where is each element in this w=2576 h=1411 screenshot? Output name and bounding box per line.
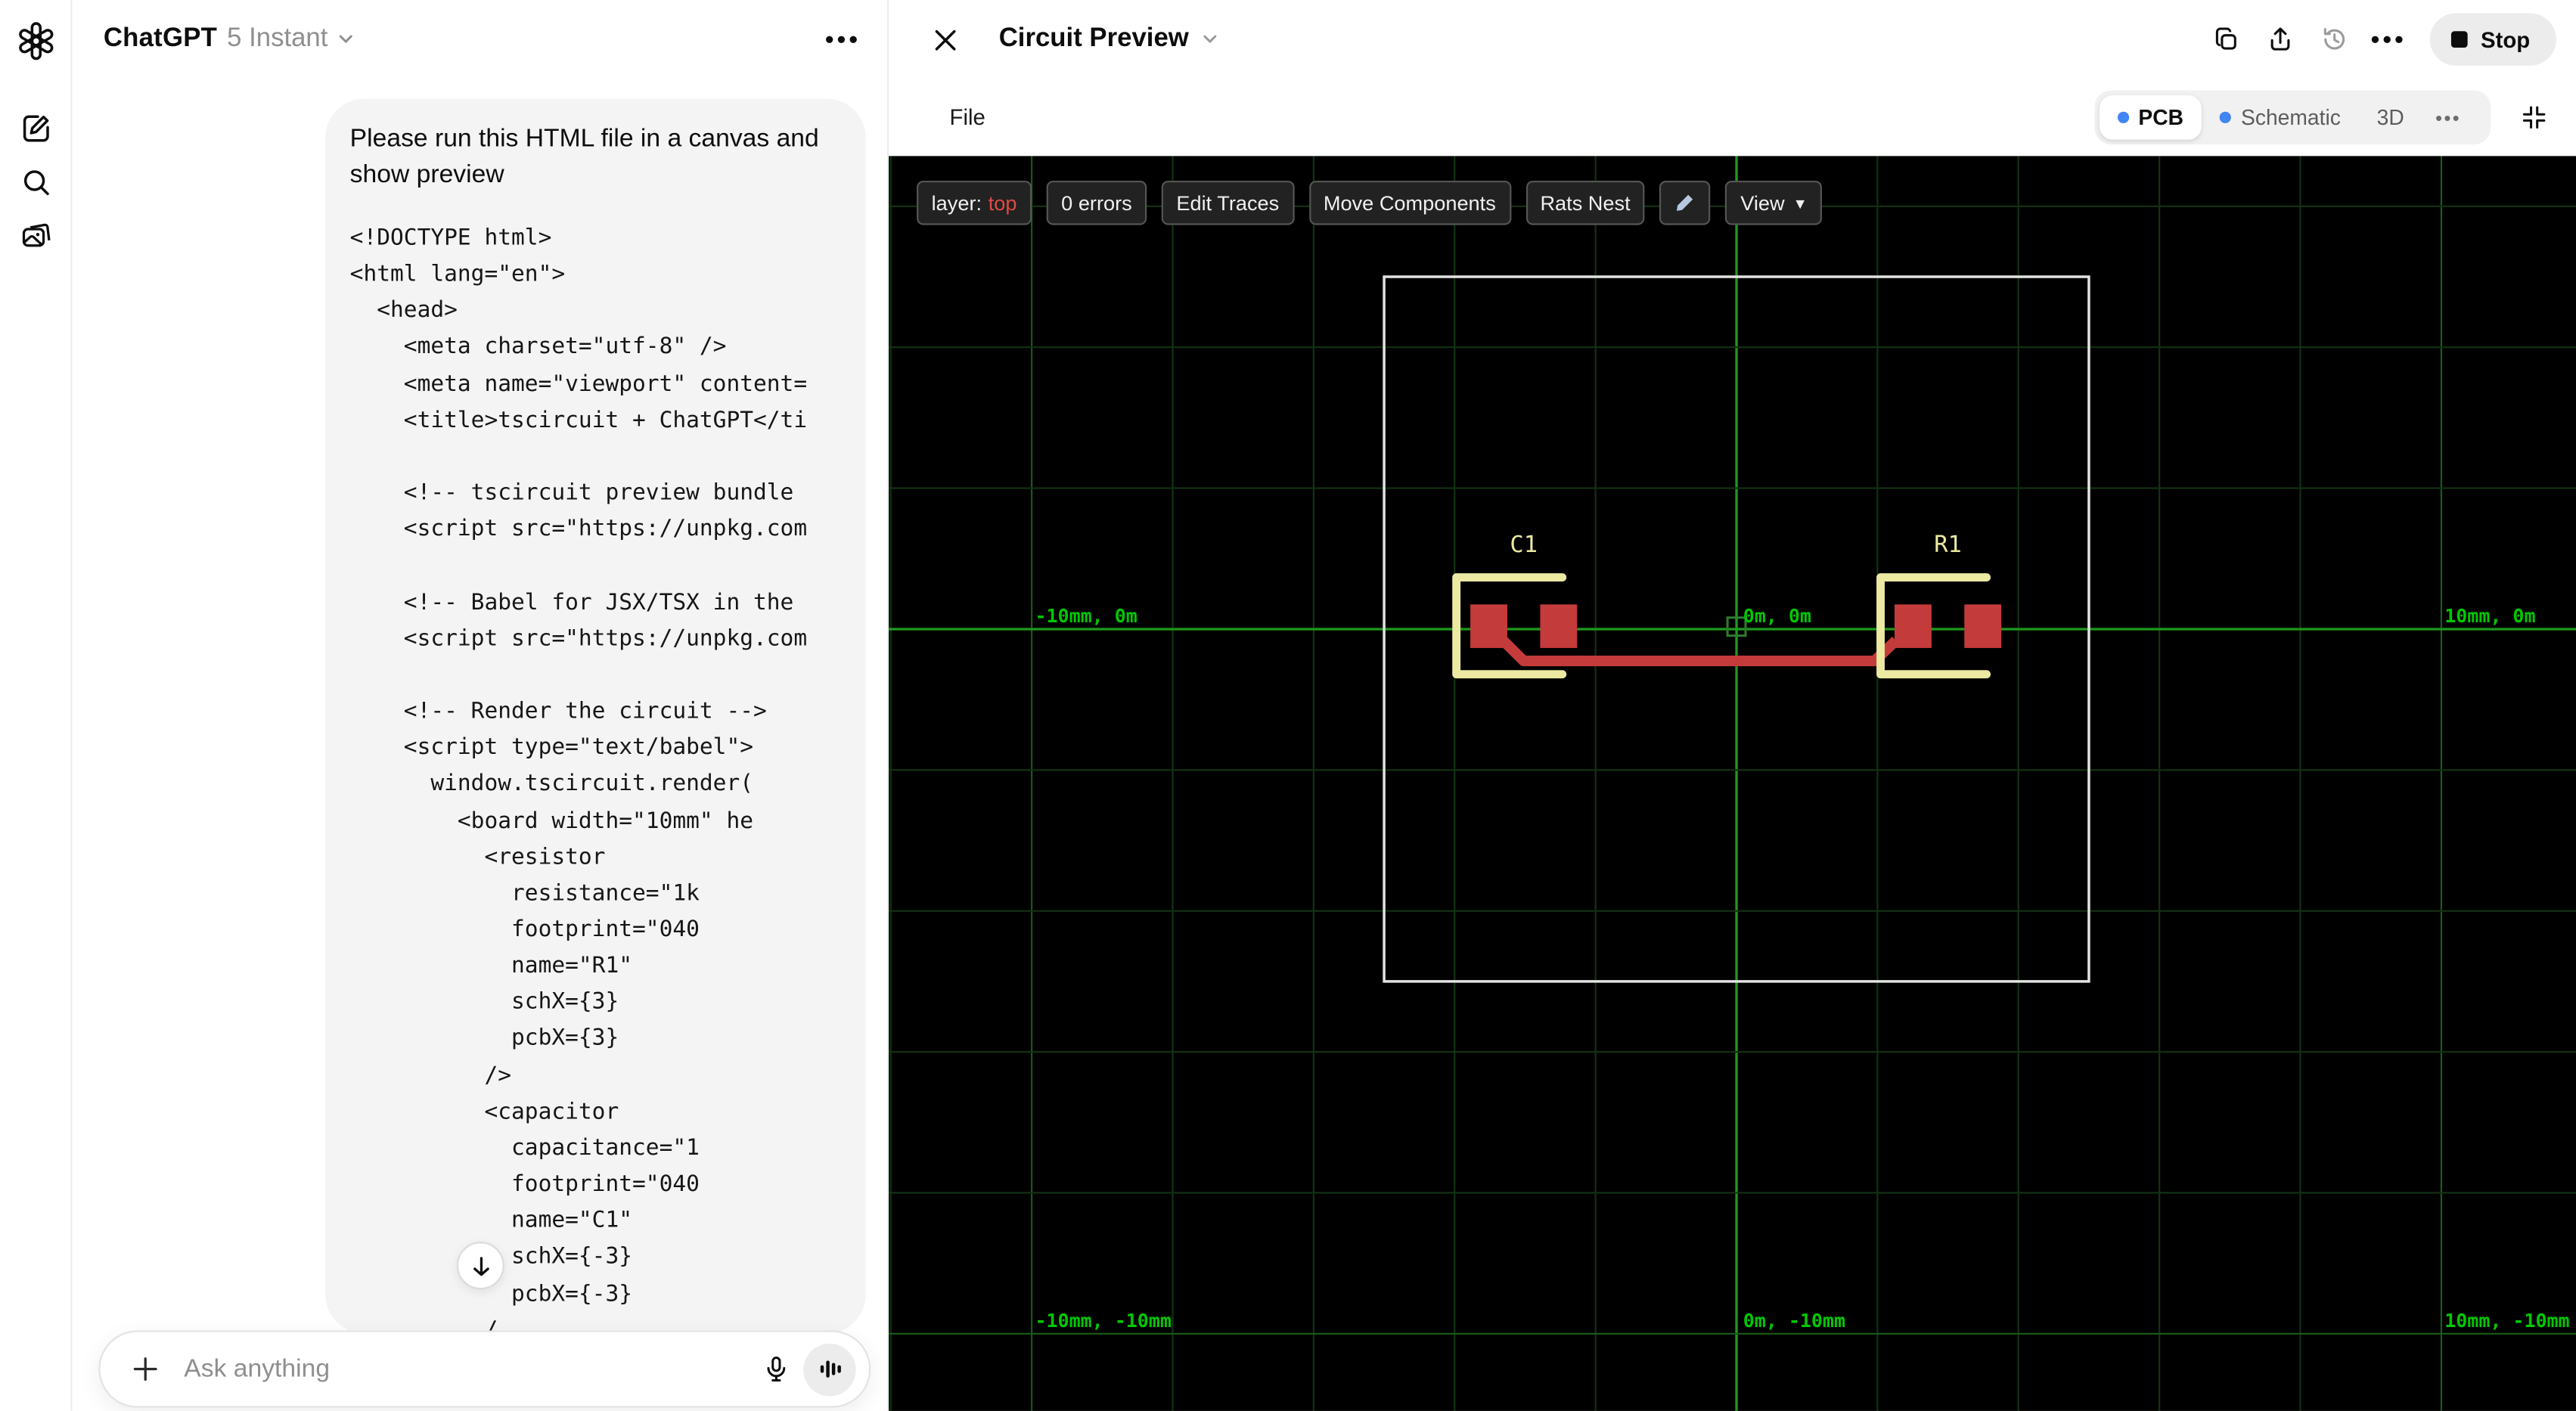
coord-label-bottom-right: 10mm, -10mm — [2444, 1310, 2569, 1332]
attach-plus-icon[interactable] — [120, 1344, 169, 1394]
panel-header: Circuit Preview ••• Stop — [889, 0, 2576, 79]
search-icon[interactable] — [11, 158, 60, 207]
pencil-tool-button[interactable] — [1659, 180, 1712, 225]
coord-label-top-right: 10mm, 0m — [2444, 605, 2535, 627]
microphone-icon[interactable] — [751, 1344, 800, 1394]
layer-value: top — [988, 191, 1017, 215]
stop-square-icon — [2450, 31, 2468, 48]
collapse-fullscreen-icon[interactable] — [2510, 95, 2556, 141]
panel-more-icon[interactable]: ••• — [2364, 15, 2413, 64]
pcb-artwork: C1 R1 -10mm, 0m 0m, 0m 10mm, 0m -10mm, -… — [889, 156, 2576, 1411]
canvas-panel: Circuit Preview ••• Stop File PCB Schema… — [889, 0, 2576, 1411]
c1-label: C1 — [1510, 532, 1538, 558]
voice-mode-button[interactable] — [803, 1342, 856, 1396]
r1-label: R1 — [1934, 532, 1962, 558]
app-window: ChatGPT 5 Instant ••• Please run this HT… — [0, 0, 2576, 1411]
tab-schematic[interactable]: Schematic — [2202, 95, 2359, 140]
grid-lines — [889, 156, 2576, 1411]
history-icon[interactable] — [2310, 15, 2359, 64]
user-message-bubble: Please run this HTML file in a canvas an… — [325, 98, 866, 1334]
r1-pad2[interactable] — [1964, 604, 2002, 648]
panel-title: Circuit Preview — [998, 24, 1189, 53]
coord-label-bottom-left: -10mm, -10mm — [1035, 1310, 1171, 1332]
composer — [98, 1330, 871, 1408]
errors-button[interactable]: 0 errors — [1046, 180, 1147, 225]
status-dot-icon — [2117, 111, 2129, 123]
share-icon[interactable] — [2255, 15, 2304, 64]
pcb-canvas[interactable]: C1 R1 -10mm, 0m 0m, 0m 10mm, 0m -10mm, -… — [889, 156, 2576, 1411]
close-icon[interactable] — [920, 15, 969, 64]
chat-input[interactable] — [184, 1354, 751, 1385]
user-message-text: Please run this HTML file in a canvas an… — [349, 125, 819, 188]
file-menu[interactable]: File — [950, 105, 985, 130]
coord-label-top-left: -10mm, 0m — [1035, 605, 1137, 627]
pencil-icon — [1677, 194, 1694, 211]
sidebar — [0, 0, 73, 1411]
coord-label-bottom-center: 0m, -10mm — [1743, 1310, 1845, 1332]
scroll-to-bottom-button[interactable] — [456, 1242, 504, 1290]
view-tabs: PCB Schematic 3D ••• — [2093, 90, 2491, 145]
layer-button[interactable]: layer: top — [917, 180, 1032, 225]
chevron-down-icon[interactable] — [336, 26, 354, 56]
stop-button[interactable]: Stop — [2429, 13, 2556, 66]
chat-more-icon[interactable]: ••• — [825, 27, 861, 52]
tab-pcb[interactable]: PCB — [2099, 95, 2202, 140]
dropdown-caret-icon: ▼ — [1792, 194, 1808, 212]
copy-icon[interactable] — [2202, 15, 2251, 64]
pcb-toolbar: layer: top 0 errors Edit Traces Move Com… — [917, 180, 1823, 225]
chat-header: ChatGPT 5 Instant ••• — [73, 0, 887, 79]
move-components-button[interactable]: Move Components — [1308, 180, 1511, 225]
library-icon[interactable] — [11, 212, 60, 261]
canvas-menu-row: File PCB Schematic 3D ••• — [889, 79, 2576, 156]
c1-pad2[interactable] — [1540, 604, 1578, 648]
c1-pad1[interactable] — [1470, 604, 1507, 648]
tab-3d[interactable]: 3D — [2359, 95, 2422, 140]
tabs-more-icon[interactable]: ••• — [2422, 106, 2475, 129]
user-code-block: <!DOCTYPE html> <html lang="en"> <head> <… — [349, 225, 808, 1334]
coord-label-origin: 0m, 0m — [1743, 605, 1811, 627]
rats-nest-button[interactable]: Rats Nest — [1525, 180, 1646, 225]
panel-title-chevron-icon[interactable] — [1200, 26, 1218, 56]
new-chat-icon[interactable] — [11, 104, 60, 153]
edit-traces-button[interactable]: Edit Traces — [1161, 180, 1294, 225]
voice-waveform-icon — [819, 1360, 840, 1378]
arrow-down-icon — [473, 1256, 489, 1276]
chat-title: ChatGPT — [103, 24, 218, 53]
chat-column: ChatGPT 5 Instant ••• Please run this HT… — [72, 0, 889, 1411]
status-dot-icon — [2219, 111, 2231, 123]
component-r1[interactable]: R1 — [1876, 532, 2002, 679]
view-dropdown-button[interactable]: View ▼ — [1725, 180, 1823, 225]
openai-logo-icon — [16, 21, 55, 60]
r1-pad1[interactable] — [1894, 604, 1932, 648]
model-name[interactable]: 5 Instant — [227, 25, 327, 54]
